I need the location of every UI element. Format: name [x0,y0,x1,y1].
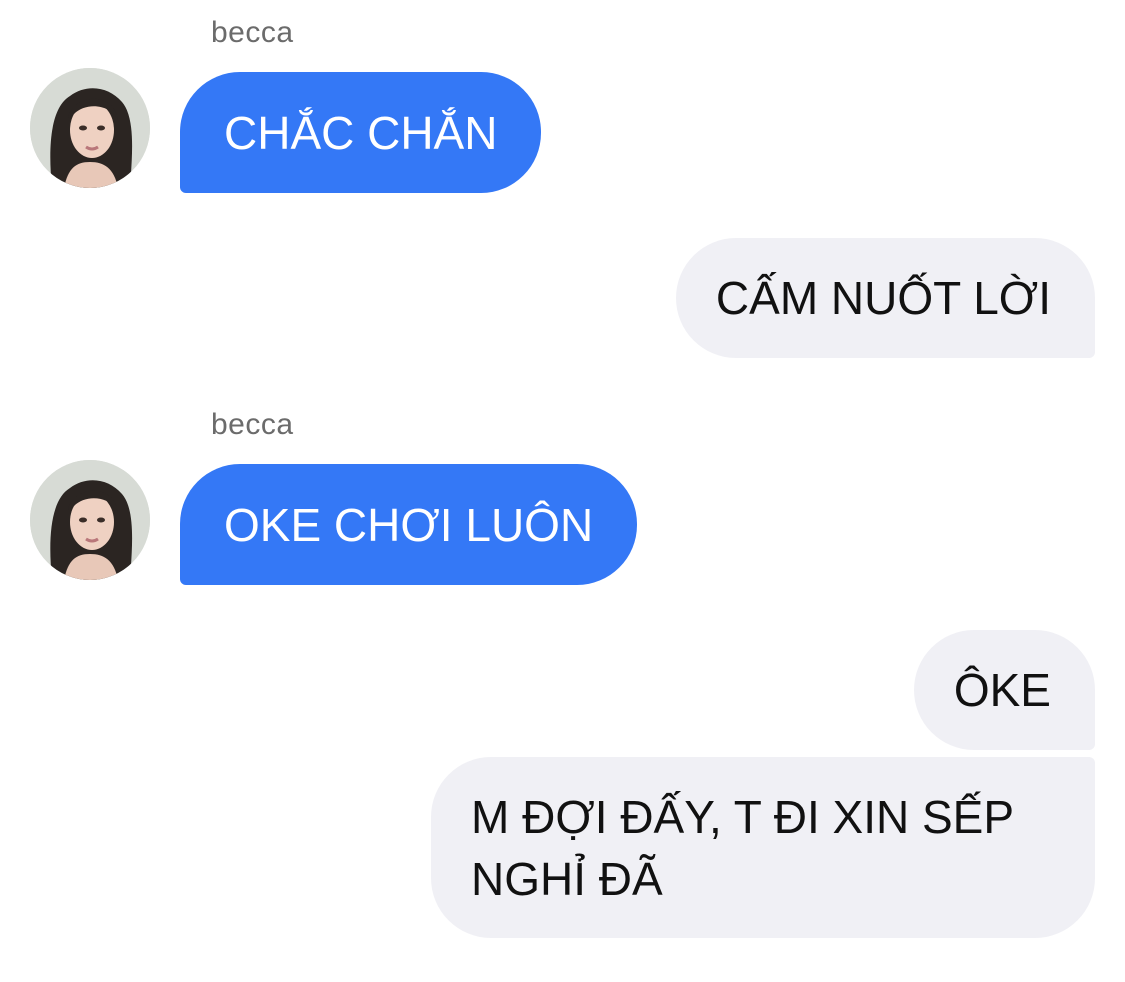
message-line: NGHỈ ĐÃ [471,852,663,905]
message-bubble[interactable]: OKE CHƠI LUÔN [180,464,638,585]
contact-avatar-icon[interactable] [30,68,150,188]
message-bubble[interactable]: ÔKE [913,630,1095,750]
sender-name: becca [211,16,294,49]
message-text: M ĐỢI ĐẤY, T ĐI XIN SẾP NGHỈ ĐÃ [471,786,1014,910]
message-thread: becca CHẮC CHẮN CẤM NUỐT LỜI becca OKE C… [0,0,1125,982]
message-text: OKE CHƠI LUÔN [224,498,594,551]
message-text: CẤM NUỐT LỜI [715,272,1051,324]
message-line: M ĐỢI ĐẤY, T ĐI XIN SẾP [471,790,1015,843]
sender-name: becca [211,408,294,441]
message-text: CHẮC CHẮN [224,106,498,159]
message-bubble[interactable]: CẤM NUỐT LỜI [675,238,1095,358]
message-text: ÔKE [953,664,1051,716]
message-bubble[interactable]: CHẮC CHẮN [180,72,542,193]
contact-avatar-icon[interactable] [30,460,150,580]
message-bubble[interactable]: M ĐỢI ĐẤY, T ĐI XIN SẾP NGHỈ ĐÃ [431,757,1095,938]
